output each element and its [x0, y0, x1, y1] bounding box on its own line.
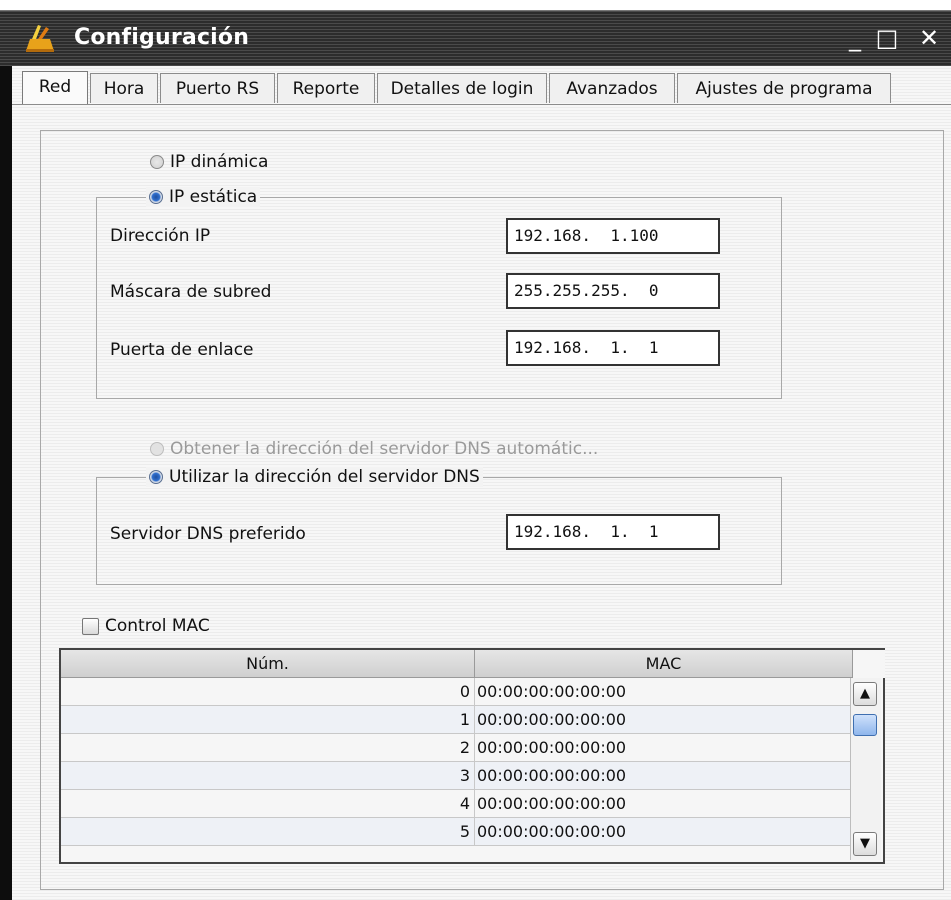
row-mac: 00:00:00:00:00:00 — [475, 734, 853, 762]
table-row[interactable]: 2 00:00:00:00:00:00 — [61, 734, 885, 762]
column-header-mac[interactable]: MAC — [475, 650, 853, 678]
tab-divider — [12, 104, 951, 105]
row-mac: 00:00:00:00:00:00 — [475, 678, 853, 706]
mac-control-label: Control MAC — [105, 616, 210, 636]
dns-manual-label: Utilizar la dirección del servidor DNS — [169, 467, 480, 487]
subnet-mask-label: Máscara de subred — [110, 282, 272, 302]
scroll-down-button[interactable]: ▼ — [853, 832, 877, 856]
tab-red[interactable]: Red — [22, 71, 88, 105]
table-scrollbar[interactable]: ▲ ▼ — [850, 678, 881, 860]
row-num: 1 — [61, 706, 475, 734]
preferred-dns-input[interactable]: 192.168. 1. 1 — [506, 514, 720, 550]
mac-control-checkbox[interactable] — [82, 617, 99, 635]
close-button[interactable]: ✕ — [914, 23, 944, 53]
window-title: Configuración — [74, 25, 250, 50]
title-bar[interactable]: Configuración _ □ ✕ — [0, 10, 951, 67]
table-row[interactable]: 3 00:00:00:00:00:00 — [61, 762, 885, 790]
row-mac: 00:00:00:00:00:00 — [475, 818, 853, 846]
dynamic-ip-radio[interactable] — [150, 155, 164, 169]
chevron-down-icon: ▼ — [860, 836, 870, 851]
row-num: 0 — [61, 678, 475, 706]
row-mac: 00:00:00:00:00:00 — [475, 762, 853, 790]
chevron-up-icon: ▲ — [860, 686, 870, 701]
ip-address-input[interactable]: 192.168. 1.100 — [506, 218, 720, 254]
preferred-dns-label: Servidor DNS preferido — [110, 524, 306, 544]
dns-manual-option[interactable]: Utilizar la dirección del servidor DNS — [146, 467, 483, 487]
dns-manual-radio[interactable] — [149, 470, 163, 484]
ip-address-label: Dirección IP — [110, 226, 211, 246]
gateway-label: Puerta de enlace — [110, 340, 254, 360]
tab-detalles-login[interactable]: Detalles de login — [377, 73, 547, 103]
window-frame — [0, 66, 12, 900]
tab-hora[interactable]: Hora — [90, 73, 158, 103]
minimize-button[interactable]: _ — [840, 23, 870, 53]
row-mac: 00:00:00:00:00:00 — [475, 790, 853, 818]
tab-avanzados[interactable]: Avanzados — [549, 73, 675, 103]
tab-reporte[interactable]: Reporte — [277, 73, 375, 103]
tab-ajustes-programa[interactable]: Ajustes de programa — [677, 73, 891, 103]
header-corner — [853, 650, 885, 678]
row-mac: 00:00:00:00:00:00 — [475, 706, 853, 734]
dns-auto-radio — [150, 442, 164, 456]
table-header: Núm. MAC — [61, 650, 885, 678]
row-num: 3 — [61, 762, 475, 790]
dynamic-ip-option[interactable]: IP dinámica — [150, 152, 268, 172]
row-num: 4 — [61, 790, 475, 818]
subnet-mask-input[interactable]: 255.255.255. 0 — [506, 273, 720, 309]
table-row[interactable]: 5 00:00:00:00:00:00 — [61, 818, 885, 846]
static-ip-option[interactable]: IP estática — [146, 187, 261, 207]
tab-puerto-rs[interactable]: Puerto RS — [160, 73, 275, 103]
scroll-thumb[interactable] — [853, 714, 877, 736]
row-num: 5 — [61, 818, 475, 846]
dns-auto-label: Obtener la dirección del servidor DNS au… — [170, 439, 599, 459]
scroll-up-button[interactable]: ▲ — [853, 682, 877, 706]
table-row[interactable]: 0 00:00:00:00:00:00 — [61, 678, 885, 706]
row-num: 2 — [61, 734, 475, 762]
table-row[interactable]: 1 00:00:00:00:00:00 — [61, 706, 885, 734]
dns-auto-option: Obtener la dirección del servidor DNS au… — [150, 439, 598, 459]
maximize-button[interactable]: □ — [872, 23, 902, 53]
column-header-num[interactable]: Núm. — [61, 650, 475, 678]
dynamic-ip-label: IP dinámica — [170, 152, 269, 172]
static-ip-radio[interactable] — [149, 190, 163, 204]
configuration-window: Configuración _ □ ✕ Red Hora Puerto RS R… — [0, 0, 951, 900]
mac-table: Núm. MAC 0 00:00:00:00:00:00 1 00:00:00:… — [59, 648, 885, 864]
client-area: Red Hora Puerto RS Reporte Detalles de l… — [12, 66, 951, 900]
app-icon — [24, 23, 56, 53]
mac-control-option[interactable]: Control MAC — [82, 616, 210, 636]
gateway-input[interactable]: 192.168. 1. 1 — [506, 330, 720, 366]
table-row[interactable]: 4 00:00:00:00:00:00 — [61, 790, 885, 818]
static-ip-label: IP estática — [169, 187, 258, 207]
